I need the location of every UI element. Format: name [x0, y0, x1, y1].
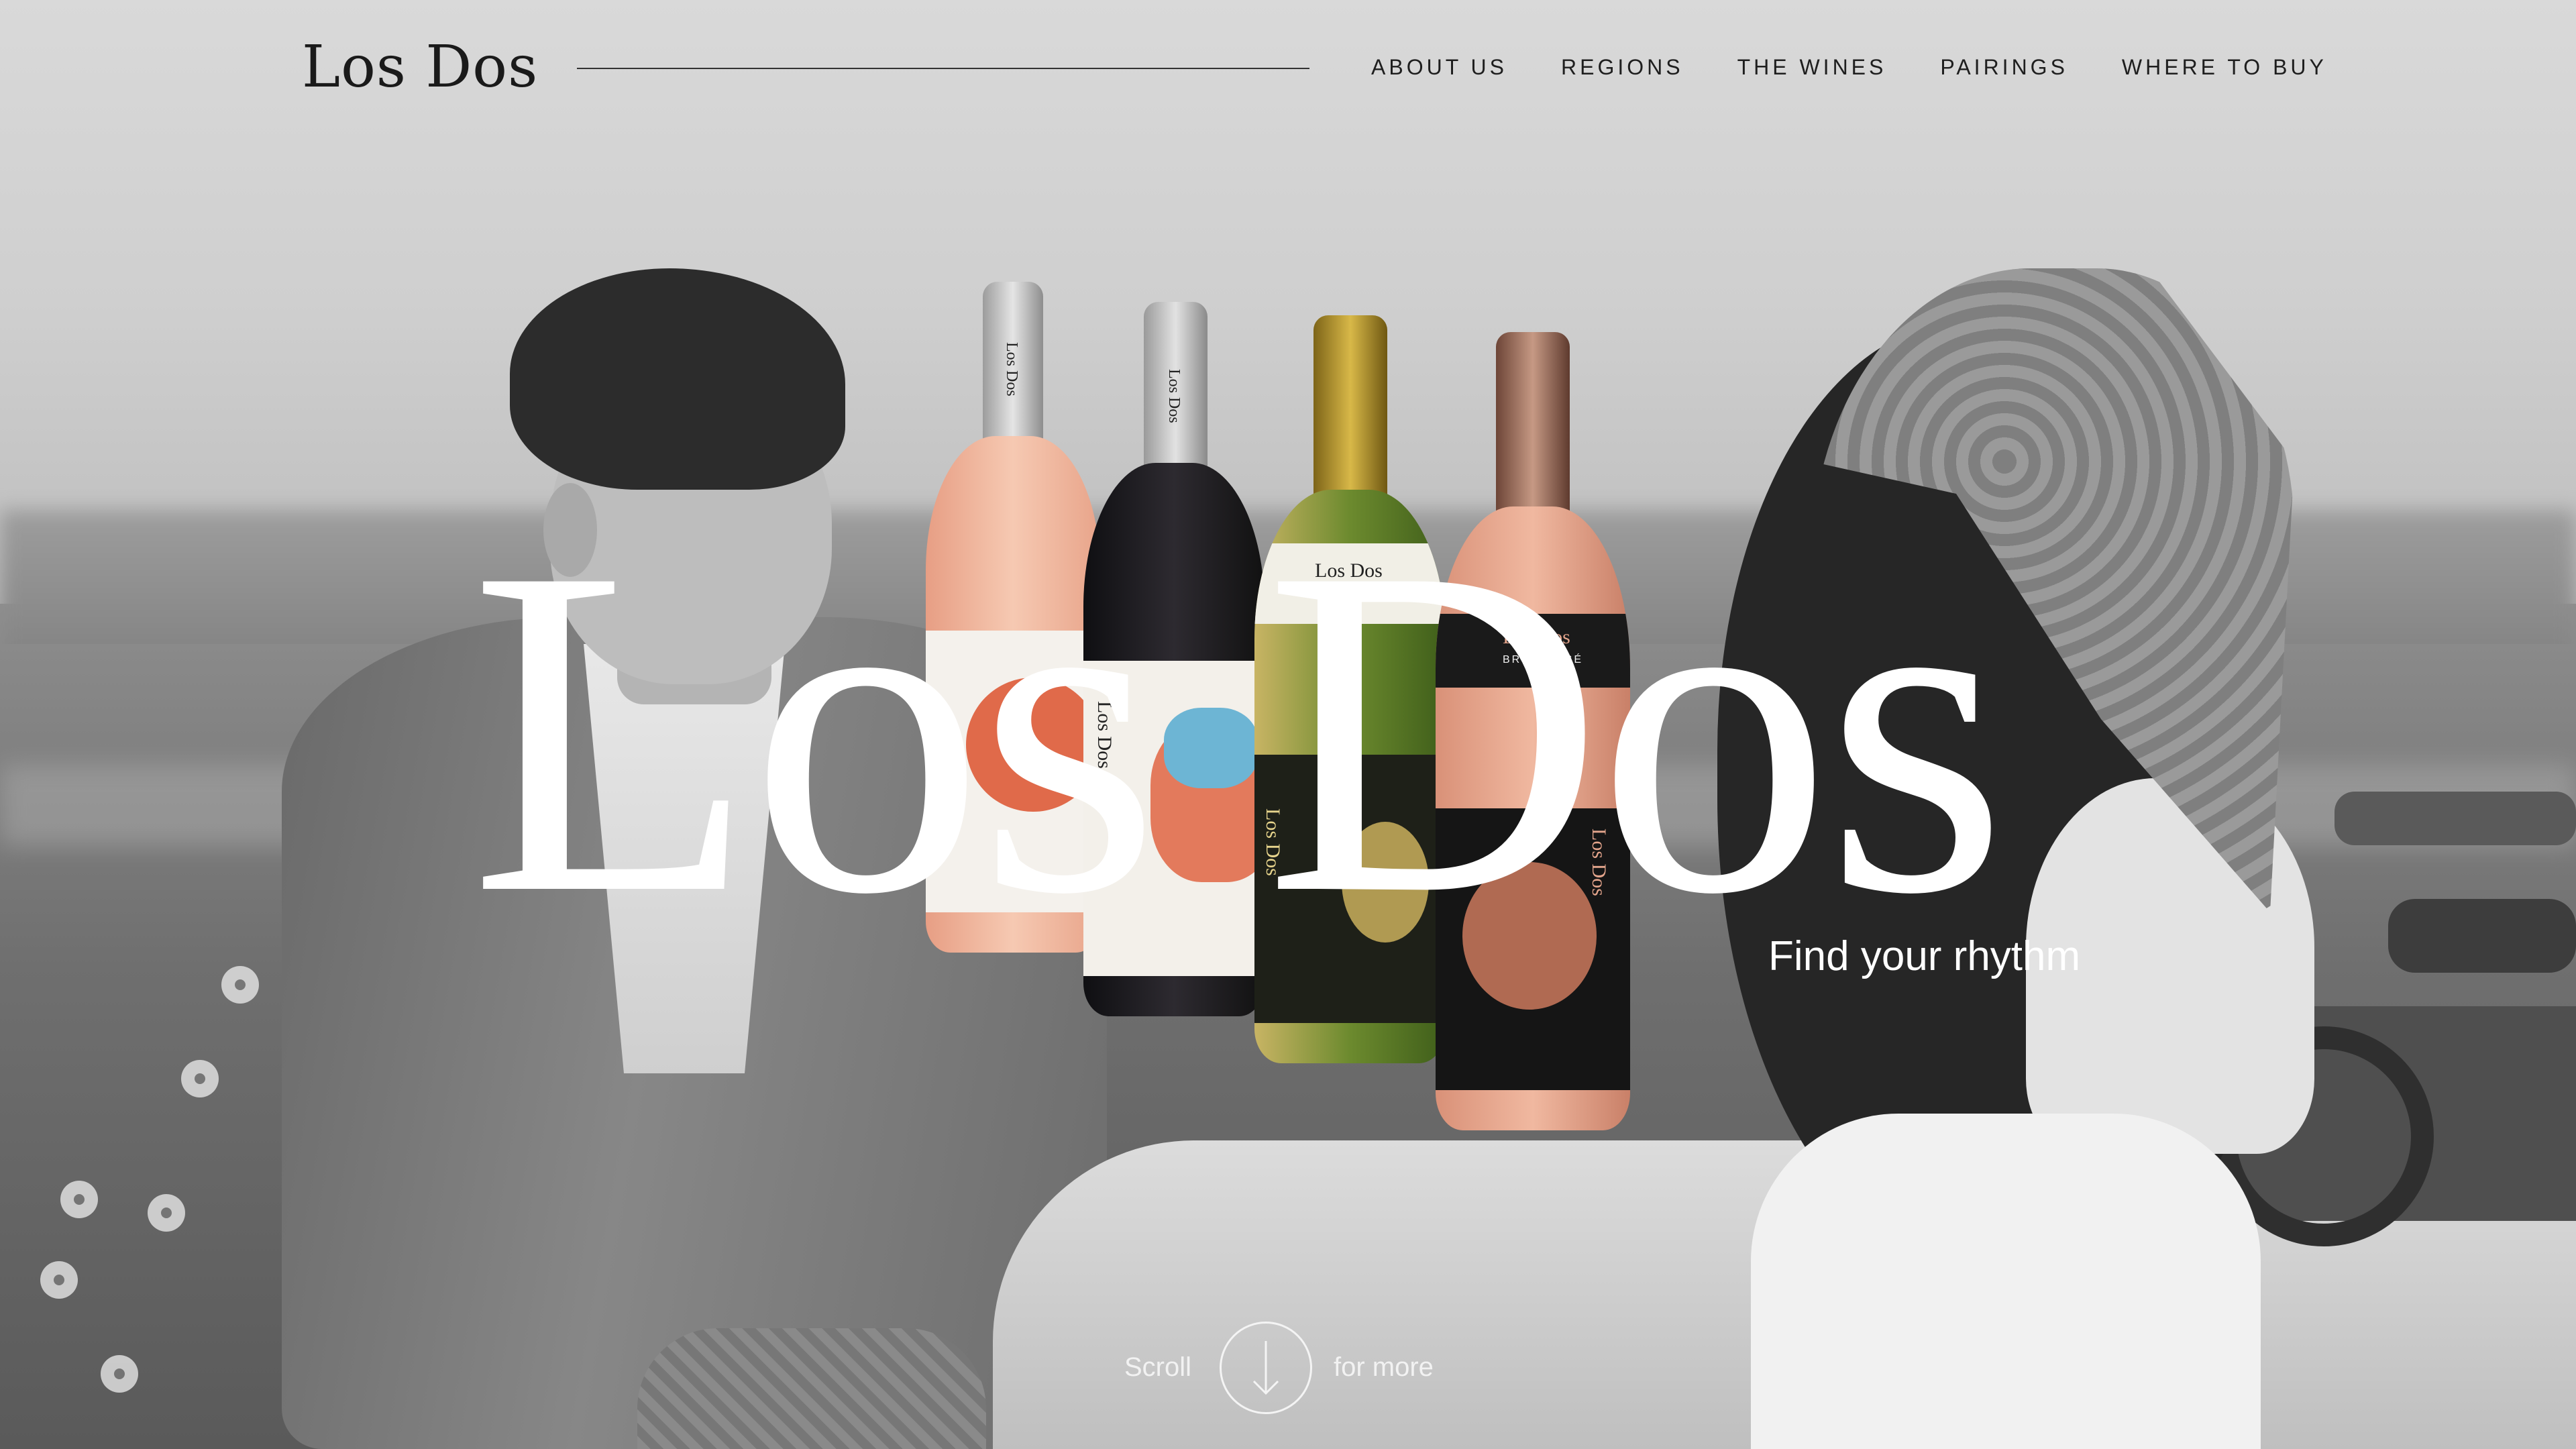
bottle-cap-label: Los Dos: [1003, 342, 1020, 396]
scroll-label: Scroll: [1124, 1352, 1192, 1382]
arrow-down-icon: [1252, 1341, 1279, 1395]
woman-dress: [1751, 1114, 2261, 1449]
flower: [60, 1181, 98, 1218]
bottle-cap-label: Los Dos: [1165, 369, 1183, 423]
nav-where-to-buy[interactable]: WHERE TO BUY: [2122, 55, 2327, 80]
hero-tagline: Find your rhythm: [1768, 933, 2081, 979]
main-nav: ABOUT US REGIONS THE WINES PAIRINGS WHER…: [1371, 55, 2327, 80]
flower: [148, 1194, 185, 1232]
nav-divider: [577, 68, 1309, 69]
nav-regions[interactable]: REGIONS: [1561, 55, 1684, 80]
nav-the-wines[interactable]: THE WINES: [1737, 55, 1887, 80]
flower: [40, 1261, 78, 1299]
car-mirror: [2388, 899, 2576, 973]
brand-logo[interactable]: Los Dos: [302, 34, 538, 101]
nav-pairings[interactable]: PAIRINGS: [1940, 55, 2068, 80]
flower: [181, 1060, 219, 1097]
flower: [221, 966, 259, 1004]
man-pants: [637, 1328, 986, 1449]
hero-title: Los Dos: [470, 471, 2008, 991]
flower: [101, 1355, 138, 1393]
nav-about-us[interactable]: ABOUT US: [1371, 55, 1507, 80]
car-windshield-frame: [2334, 792, 2576, 845]
for-more-label: for more: [1334, 1352, 1434, 1382]
scroll-down-button[interactable]: [1220, 1322, 1312, 1414]
